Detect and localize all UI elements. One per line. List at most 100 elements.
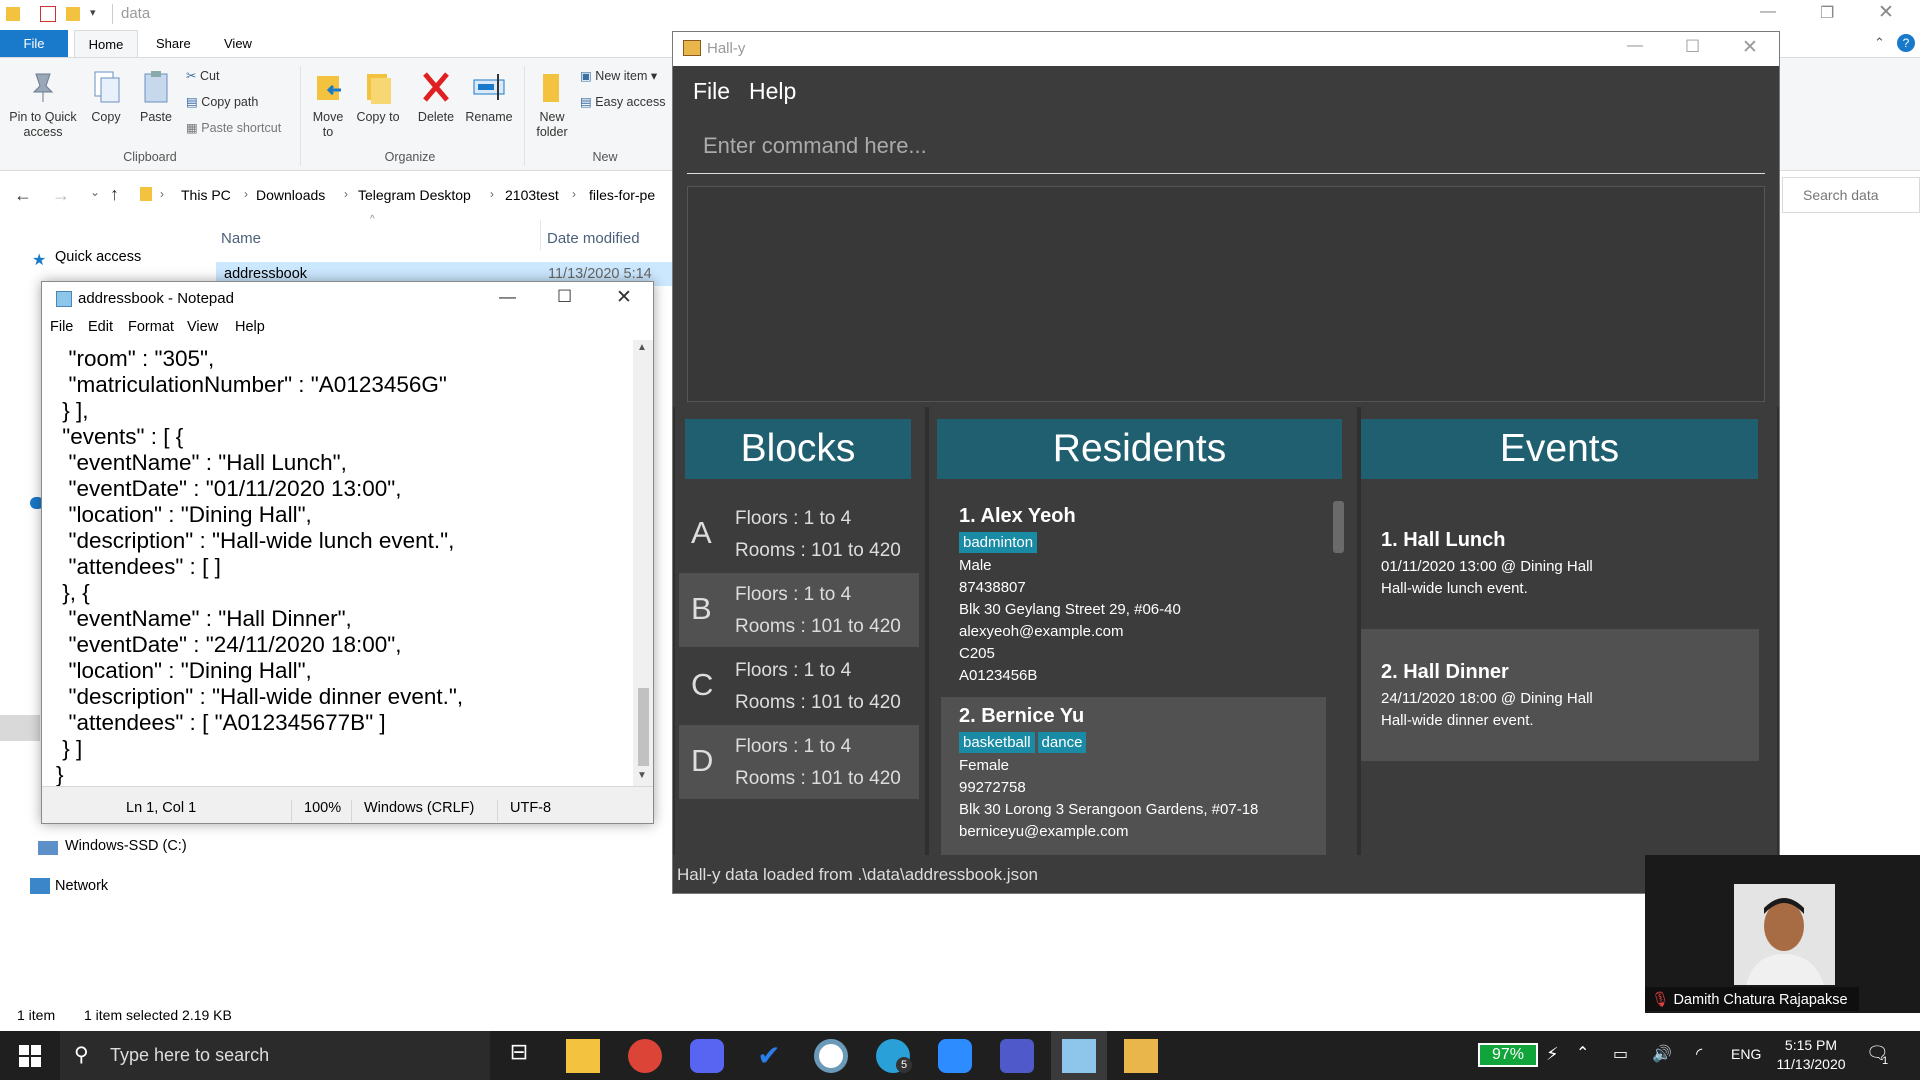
notepad-vertical-scrollbar[interactable]: ▲ ▼ [633,340,653,786]
breadcrumb-files-for-pe[interactable]: files-for-pe [589,187,655,203]
column-header-date-modified[interactable]: Date modified [547,230,640,247]
rename-button[interactable]: Rename [464,68,514,125]
easy-access-button[interactable]: ▤ Easy access [580,94,665,109]
new-folder-button[interactable]: New folder [530,68,574,140]
paste-button[interactable]: Paste [134,68,178,125]
nav-network[interactable]: Network [55,878,108,894]
block-rooms: Rooms : 101 to 420 [735,692,901,713]
telegram-taskbar-icon[interactable]: 5 [876,1039,912,1073]
scroll-down-icon[interactable]: ▼ [637,770,647,781]
hall-y-taskbar-icon[interactable] [1124,1039,1158,1073]
event-card[interactable]: 1. Hall Lunch 01/11/2020 13:00 @ Dining … [1361,497,1759,629]
hall-y-menu-help[interactable]: Help [749,78,796,105]
maximize-icon[interactable]: ❐ [1820,3,1834,23]
notepad-menu-edit[interactable]: Edit [88,319,113,335]
notepad-maximize-icon[interactable]: ☐ [557,287,572,307]
organize-group-label: Organize [384,150,436,164]
nav-windows-ssd[interactable]: Windows-SSD (C:) [65,838,187,854]
scrollbar-thumb[interactable] [638,688,649,766]
notepad-text-area[interactable]: "room" : "305", "matriculationNumber" : … [42,340,633,786]
zoom-taskbar-icon[interactable] [938,1039,972,1073]
block-card[interactable]: C Floors : 1 to 4 Rooms : 101 to 420 [679,649,919,723]
copy-to-label: Copy to [356,110,400,124]
volume-icon[interactable]: 🔊 [1652,1044,1672,1064]
copy-button[interactable]: Copy [84,68,128,125]
language-indicator[interactable]: ENG [1731,1046,1761,1062]
block-rooms: Rooms : 101 to 420 [735,768,901,789]
video-call-overlay[interactable]: 🎙 Damith Chatura Rajapakse [1645,855,1920,1013]
move-to-button[interactable]: Move to [306,68,350,140]
resident-card[interactable]: 1. Alex Yeoh badminton Male 87438807 Blk… [941,497,1326,693]
block-card[interactable]: A Floors : 1 to 4 Rooms : 101 to 420 [679,497,919,571]
tab-home[interactable]: Home [74,30,138,57]
clock[interactable]: 5:15 PM 11/13/2020 [1770,1036,1852,1074]
help-icon[interactable]: ? [1897,34,1915,52]
delete-button[interactable]: Delete [414,68,458,125]
hall-y-close-icon[interactable]: ✕ [1742,36,1758,59]
notepad-close-icon[interactable]: ✕ [616,286,632,309]
resident-matric: A0123456B [959,667,1038,684]
notepad-menu-file[interactable]: File [50,319,73,335]
block-card[interactable]: D Floors : 1 to 4 Rooms : 101 to 420 [679,725,919,799]
scroll-up-icon[interactable]: ▲ [637,342,647,353]
windows-start-icon[interactable] [19,1045,41,1067]
breadcrumb-downloads[interactable]: Downloads [256,187,325,203]
notepad-menu-help[interactable]: Help [235,319,265,335]
result-display[interactable] [687,186,1765,402]
teams-taskbar-icon[interactable] [1000,1039,1034,1073]
battery-indicator[interactable]: 97% [1478,1043,1538,1067]
quick-access-toolbar-dropdown[interactable]: ▾ [90,6,96,19]
hall-y-menu-file[interactable]: File [693,78,730,105]
app-taskbar-icon[interactable] [814,1039,848,1073]
nav-quick-access[interactable]: Quick access [55,249,141,265]
copy-to-button[interactable]: Copy to [356,68,400,125]
hall-y-maximize-icon[interactable]: ☐ [1685,37,1700,57]
breadcrumb-2103test[interactable]: 2103test [505,187,559,203]
nav-selected-item[interactable] [0,715,40,741]
recent-locations-icon[interactable]: ⌄ [90,185,100,199]
up-icon[interactable]: ↑ [110,184,119,205]
breadcrumb-telegram-desktop[interactable]: Telegram Desktop [358,187,471,203]
tab-view[interactable]: View [212,30,264,57]
column-header-name[interactable]: Name [221,230,261,247]
notepad-menu-format[interactable]: Format [128,319,174,335]
event-when: 01/11/2020 13:00 @ Dining Hall [1381,558,1593,575]
discord-taskbar-icon[interactable] [690,1039,724,1073]
event-card[interactable]: 2. Hall Dinner 24/11/2020 18:00 @ Dining… [1361,629,1759,761]
taskbar-search-box[interactable]: ⚲ Type here to search [60,1031,490,1080]
search-data-input[interactable]: Search data [1782,177,1920,213]
forward-icon[interactable]: → [52,185,70,206]
pin-to-quick-access-button[interactable]: Pin to Quick access [6,68,80,140]
minimize-icon[interactable]: — [1760,3,1776,21]
block-card[interactable]: B Floors : 1 to 4 Rooms : 101 to 420 [679,573,919,647]
tab-share[interactable]: Share [144,30,203,57]
tab-file[interactable]: File [0,30,68,57]
ribbon-collapse-icon[interactable]: ⌃ [1874,35,1885,51]
breadcrumb-this-pc[interactable]: This PC [181,187,231,203]
battery-icon[interactable]: ▭ [1613,1044,1628,1064]
wifi-icon[interactable]: ◜ [1696,1044,1702,1064]
file-explorer-taskbar-icon[interactable] [566,1039,600,1073]
todo-taskbar-icon[interactable]: ✔ [752,1039,786,1073]
copy-path-button[interactable]: ▤ Copy path [186,94,258,109]
notepad-taskbar-icon[interactable] [1062,1039,1096,1073]
back-icon[interactable]: ← [14,185,32,206]
notepad-minimize-icon[interactable]: — [499,287,516,307]
hall-y-minimize-icon[interactable]: — [1627,37,1643,55]
resident-address: Blk 30 Geylang Street 29, #06-40 [959,601,1181,618]
paste-shortcut-button[interactable]: ▦ Paste shortcut [186,120,281,135]
cut-button[interactable]: ✂ Cut [186,68,219,83]
show-hidden-icons[interactable]: ⌃ [1576,1043,1589,1063]
chrome-taskbar-icon[interactable] [628,1039,662,1073]
resident-card[interactable]: 2. Bernice Yu basketball dance Female 992… [941,697,1326,855]
block-letter: A [691,515,712,550]
task-view-icon[interactable]: ⊟ [502,1039,536,1073]
new-group-label: New [592,150,618,164]
properties-icon[interactable] [40,6,56,22]
new-item-button[interactable]: ▣ New item ▾ [580,68,657,83]
notepad-menu-view[interactable]: View [187,319,218,335]
close-icon[interactable]: ✕ [1878,1,1894,24]
command-input[interactable] [687,118,1765,173]
residents-scrollbar-thumb[interactable] [1333,501,1344,553]
new-folder-icon[interactable] [66,7,80,21]
